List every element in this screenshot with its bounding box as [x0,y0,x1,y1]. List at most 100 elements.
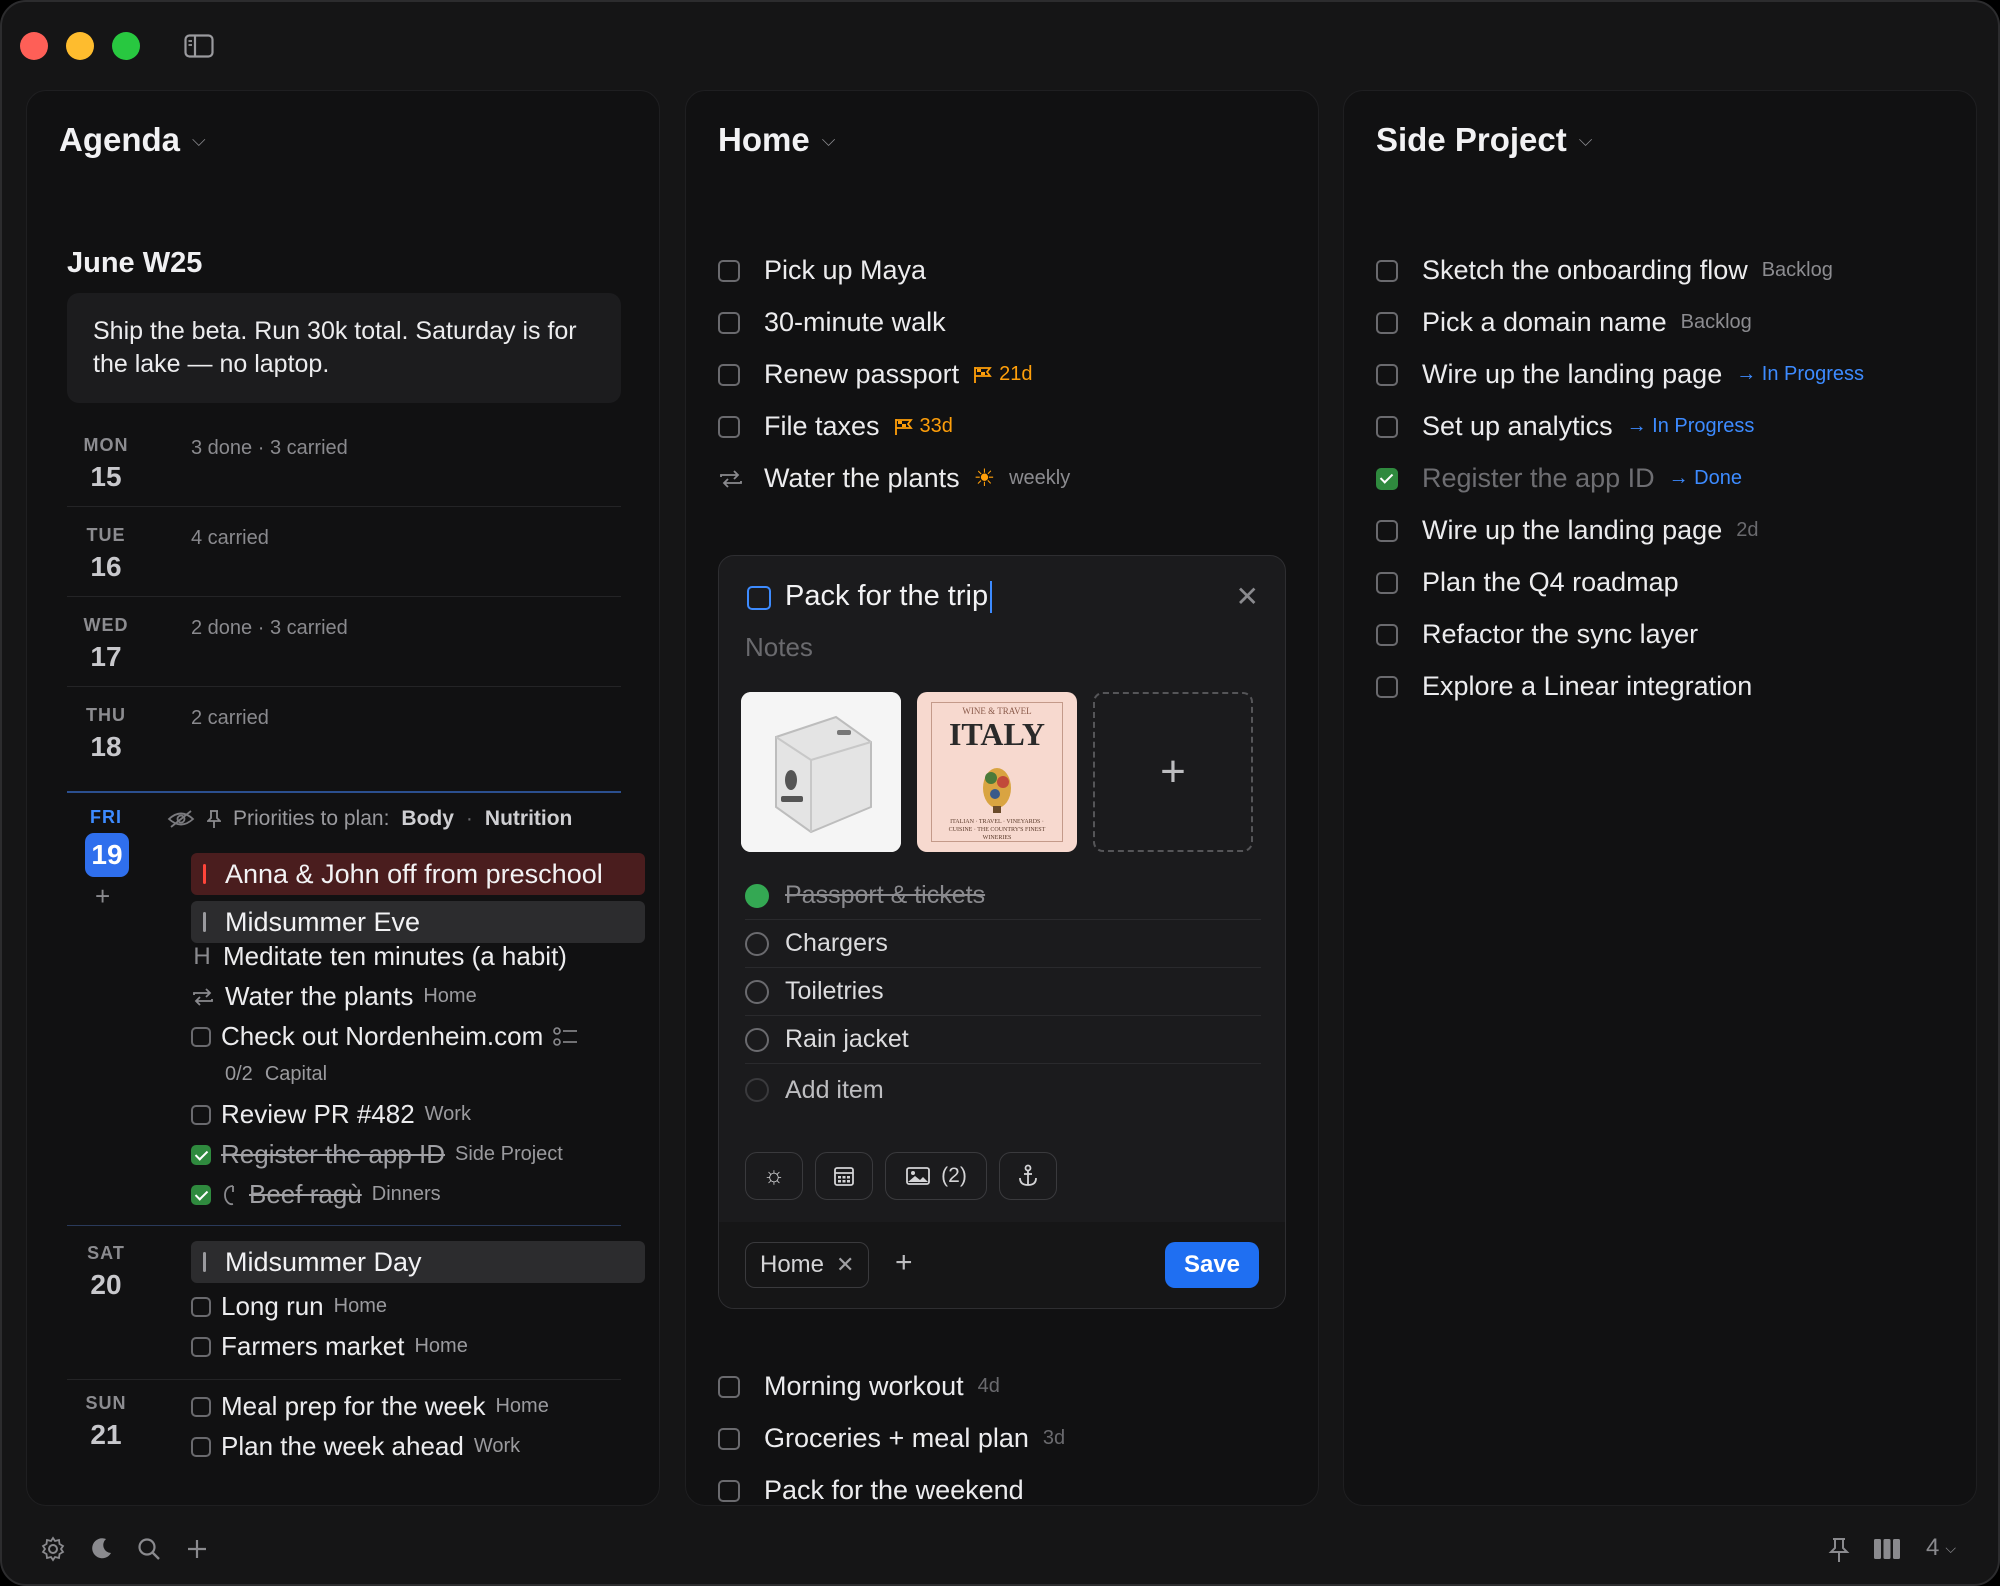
checkbox-checked[interactable] [191,1184,211,1205]
task-row[interactable]: Set up analytics → In Progress [1376,411,1754,442]
task-row[interactable]: Pick up Maya [718,255,926,286]
checkbox[interactable] [718,311,740,334]
close-icon[interactable]: ✕ [1236,580,1259,613]
event-midsummer-eve[interactable]: Midsummer Eve [191,901,645,943]
task-row[interactable]: Register the app ID → Done [1376,463,1742,494]
column-count-dropdown[interactable]: 4 ⌵ [1926,1534,1956,1562]
add-image-button[interactable]: + [1093,692,1253,852]
moon-icon[interactable] [88,1536,114,1562]
list-item[interactable]: Beef ragù Dinners [191,1179,441,1210]
task-row[interactable]: Renew passport 21d [718,359,1032,390]
add-item-input[interactable]: Add item [785,1076,884,1105]
priority-tag[interactable]: Nutrition [485,807,572,831]
agenda-title-dropdown[interactable]: Agenda ⌵ [59,121,206,159]
plus-icon[interactable] [184,1536,210,1562]
subtask-row[interactable]: Rain jacket [745,1016,1261,1064]
list-item[interactable]: Plan the week ahead Work [191,1431,520,1462]
week-goal[interactable]: Ship the beta. Run 30k total. Saturday i… [67,293,621,403]
pin-icon[interactable] [1828,1536,1850,1564]
checkbox[interactable] [1376,363,1398,386]
sidebar-toggle-icon[interactable] [184,34,214,58]
date-picker-button[interactable] [815,1152,873,1200]
checkbox[interactable] [191,1396,211,1417]
checkbox[interactable] [1376,311,1398,334]
task-row[interactable]: Pack for the weekend [718,1475,1024,1506]
task-row[interactable]: Sketch the onboarding flow Backlog [1376,255,1833,286]
eye-slash-icon[interactable] [167,809,195,829]
subtask-checkbox[interactable] [745,1027,769,1052]
add-subtask-row[interactable]: Add item [745,1066,1261,1114]
task-row[interactable]: Wire up the landing page → In Progress [1376,359,1864,390]
images-button[interactable]: (2) [885,1152,987,1200]
list-item[interactable]: Meal prep for the week Home [191,1391,549,1422]
close-window-button[interactable] [20,32,48,60]
columns-icon[interactable] [1872,1536,1902,1562]
day-row-tue[interactable]: TUE 16 4 carried [67,507,621,597]
day-row-thu[interactable]: THU 18 2 carried [67,687,621,777]
event-midsummer-day[interactable]: Midsummer Day [191,1241,645,1283]
task-row[interactable]: Explore a Linear integration [1376,671,1752,702]
task-row[interactable]: Water the plants ☀ weekly [718,463,1070,494]
checkbox[interactable] [1376,415,1398,438]
add-tag-button[interactable]: + [895,1246,913,1280]
side-project-title-dropdown[interactable]: Side Project ⌵ [1376,121,1592,159]
minimize-window-button[interactable] [66,32,94,60]
checkbox[interactable] [1376,571,1398,594]
task-row[interactable]: File taxes 33d [718,411,953,442]
editor-title-input[interactable]: Pack for the trip [785,580,993,614]
anchor-button[interactable] [999,1152,1057,1200]
gear-icon[interactable] [40,1536,66,1562]
task-row[interactable]: Groceries + meal plan 3d [718,1423,1065,1454]
home-title-dropdown[interactable]: Home ⌵ [718,121,835,159]
checkbox[interactable] [1376,519,1398,542]
list-item[interactable]: Long run Home [191,1291,387,1322]
subtask-row[interactable]: Toiletries [745,968,1261,1016]
when-today-button[interactable]: ☼ [745,1152,803,1200]
checkbox[interactable] [1376,259,1398,282]
checkbox[interactable] [718,1427,740,1450]
task-row[interactable]: Morning workout 4d [718,1371,1000,1402]
checkbox[interactable] [191,1026,211,1047]
list-item[interactable]: Water the plants Home [191,981,477,1012]
task-row[interactable]: Wire up the landing page 2d [1376,515,1758,546]
list-item[interactable]: Register the app ID Side Project [191,1139,563,1170]
checkbox[interactable] [718,259,740,282]
checkbox[interactable] [718,1479,740,1502]
subtask-row[interactable]: Chargers [745,920,1261,968]
subtask-checkbox[interactable] [745,931,769,956]
task-row[interactable]: Plan the Q4 roadmap [1376,567,1679,598]
checkbox-checked[interactable] [1376,467,1398,490]
search-icon[interactable] [136,1536,162,1562]
remove-chip-icon[interactable]: ✕ [836,1252,854,1278]
task-row[interactable]: Refactor the sync layer [1376,619,1698,650]
checkbox[interactable] [718,363,740,386]
list-item[interactable]: Check out Nordenheim.com [191,1021,579,1052]
checkbox[interactable] [718,1375,740,1398]
checkbox[interactable] [191,1296,211,1317]
checkbox[interactable] [191,1336,211,1357]
save-button[interactable]: Save [1165,1242,1259,1288]
priority-tag[interactable]: Body [401,807,454,831]
subtask-checkbox[interactable] [745,979,769,1004]
checkbox[interactable] [718,415,740,438]
list-chip[interactable]: Home ✕ [745,1242,870,1288]
task-row[interactable]: Pick a domain name Backlog [1376,307,1752,338]
zoom-window-button[interactable] [112,32,140,60]
subtask-checkbox-checked[interactable] [745,883,769,908]
notes-field[interactable]: Notes [745,632,813,663]
checkbox[interactable] [1376,623,1398,646]
task-row[interactable]: 30-minute walk [718,307,946,338]
habit-item[interactable]: H Meditate ten minutes (a habit) [191,941,567,972]
attachment-adapter-image[interactable] [741,692,901,852]
subtask-row[interactable]: Passport & tickets [745,872,1261,920]
day-row-wed[interactable]: WED 17 2 done · 3 carried [67,597,621,687]
event-preschool[interactable]: Anna & John off from preschool [191,853,645,895]
add-to-day-button[interactable]: + [95,881,110,912]
checkbox-checked[interactable] [191,1144,211,1165]
editor-checkbox[interactable] [747,586,771,610]
list-item[interactable]: Farmers market Home [191,1331,468,1362]
attachment-book-image[interactable]: WINE & TRAVEL ITALY ITALIAN · TRAVEL · V… [917,692,1077,852]
day-row-mon[interactable]: MON 15 3 done · 3 carried [67,417,621,507]
checkbox[interactable] [1376,675,1398,698]
checkbox[interactable] [191,1436,211,1457]
